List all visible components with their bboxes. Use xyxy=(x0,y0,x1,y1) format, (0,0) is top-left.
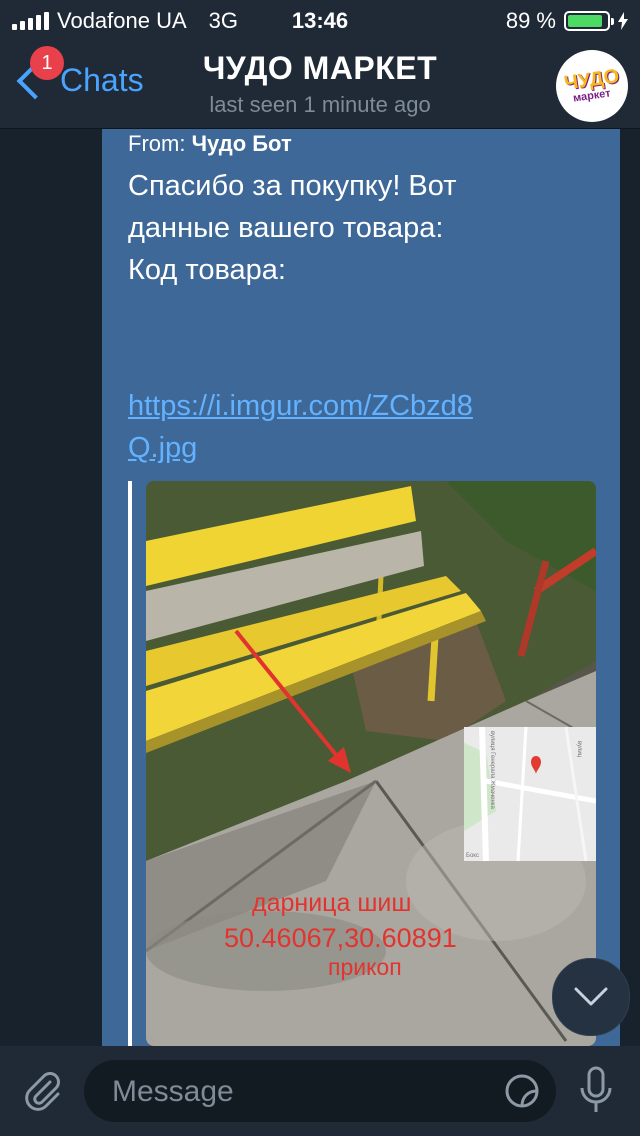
map-street-label: вулиця Генерала Жмаченка xyxy=(489,731,495,810)
chat-header: Chats 1 ЧУДО МАРКЕТ last seen 1 minute a… xyxy=(0,40,640,129)
message-text: Спасибо за покупку! Вот данные вашего то… xyxy=(128,170,457,286)
sticker-icon[interactable] xyxy=(504,1073,540,1109)
from-name[interactable]: Чудо Бот xyxy=(192,131,292,156)
status-right: 89 % xyxy=(506,8,628,34)
link-preview-photo[interactable]: вулиця Генерала Жмаченка вулиц Бокс дарн… xyxy=(146,481,596,1046)
photo-caption-line3: прикоп xyxy=(328,954,402,980)
battery-percent: 89 % xyxy=(505,8,556,33)
scroll-down-button[interactable] xyxy=(552,958,630,1036)
bench-photo: вулиця Генерала Жмаченка вулиц Бокс дарн… xyxy=(146,481,596,1046)
photo-caption-line2: 50.46067,30.60891 xyxy=(224,923,457,953)
avatar[interactable]: ЧУДО маркет xyxy=(556,50,628,122)
status-bar: Vodafone UA 3G 13:46 89 % xyxy=(0,0,640,40)
message-link[interactable]: https://i.imgur.com/ZCbzd8Q.jpg xyxy=(128,385,488,469)
chat-area[interactable]: From: Чудо Бот Спасибо за покупку! Вот д… xyxy=(0,129,640,1046)
charging-icon xyxy=(618,12,628,30)
microphone-icon[interactable] xyxy=(578,1066,614,1116)
chat-subtitle: last seen 1 minute ago xyxy=(209,92,431,117)
chevron-down-icon xyxy=(574,987,608,1006)
chat-title[interactable]: ЧУДО МАРКЕТ xyxy=(0,50,640,87)
forwarded-from: From: Чудо Бот xyxy=(128,131,292,157)
message-input[interactable] xyxy=(110,1060,484,1124)
photo-caption-line1: дарница шиш xyxy=(252,889,411,917)
paperclip-icon[interactable] xyxy=(20,1068,64,1112)
input-bar xyxy=(0,1046,640,1136)
message-bubble[interactable]: From: Чудо Бот Спасибо за покупку! Вот д… xyxy=(102,129,620,1046)
battery-icon xyxy=(564,11,614,31)
map-place-label: Бокс xyxy=(466,853,479,859)
message-field[interactable] xyxy=(84,1060,556,1124)
preview-quote-bar xyxy=(128,481,132,1046)
map-street-label-2: вулиц xyxy=(576,741,582,758)
from-prefix: From: xyxy=(128,131,186,156)
